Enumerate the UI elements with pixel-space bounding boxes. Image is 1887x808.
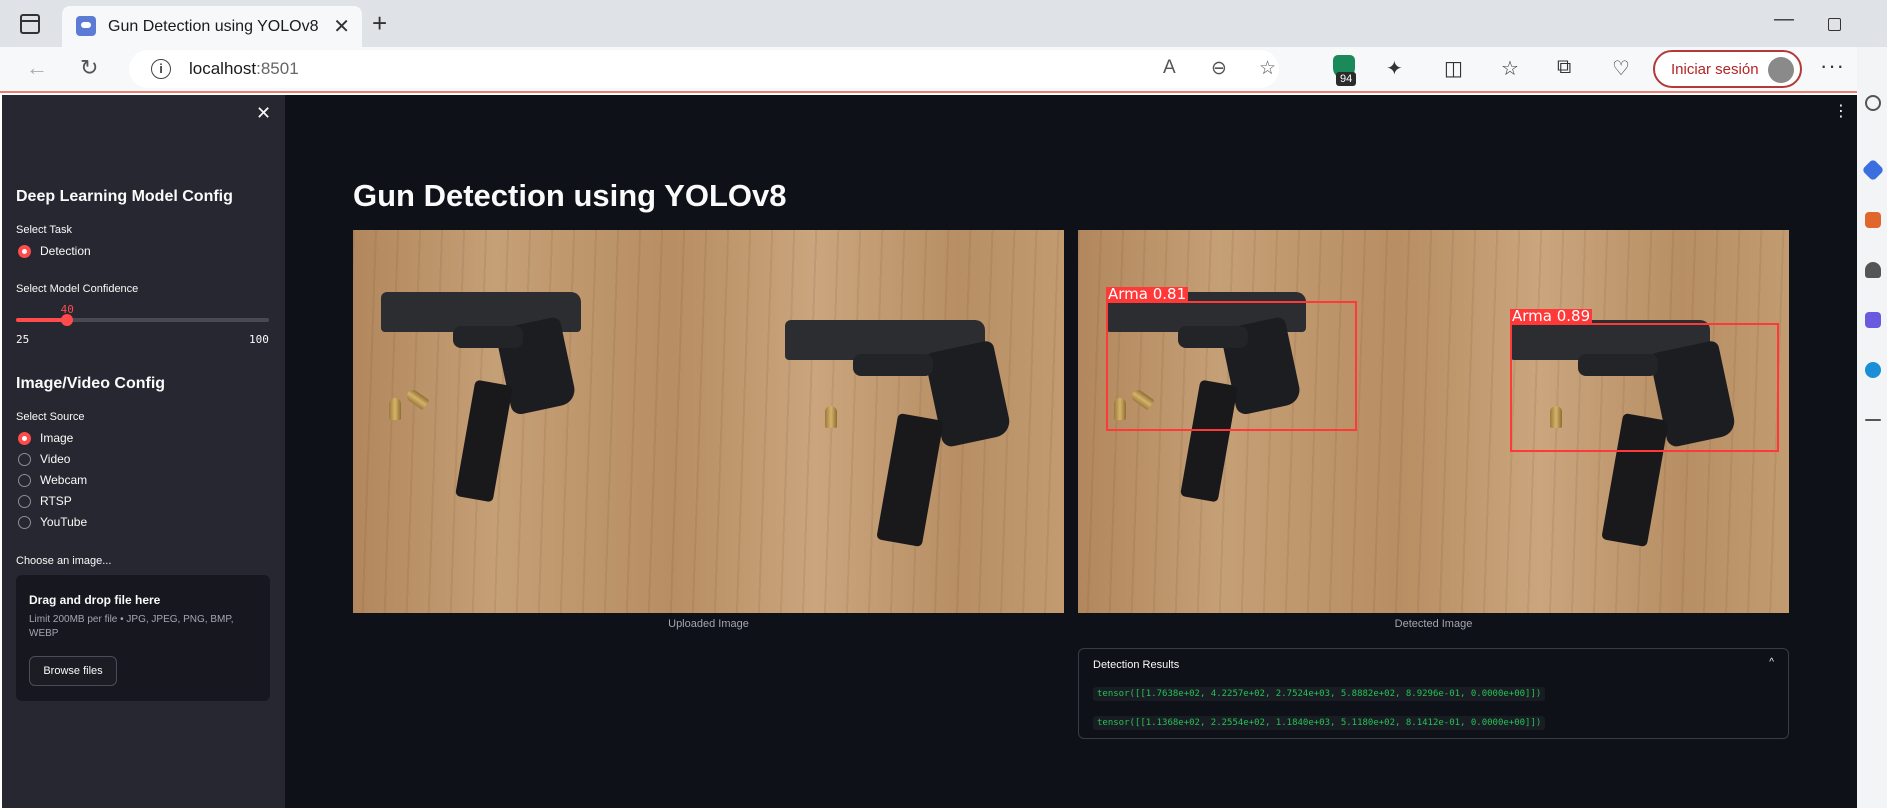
radio-selected-icon (18, 432, 31, 445)
result-tensor-line: tensor([[1.1368e+02, 2.2554e+02, 1.1840e… (1093, 716, 1546, 730)
bullet (825, 406, 837, 428)
add-rail-item-icon[interactable] (1865, 419, 1881, 421)
tab-strip: Gun Detection using YOLOv8 ✕ + — (0, 0, 1887, 47)
dropzone-limit: Limit 200MB per file • JPG, JPEG, PNG, B… (29, 614, 234, 639)
bullet (404, 387, 430, 411)
dropzone-title: Drag and drop file here (29, 593, 161, 607)
slider-thumb[interactable] (60, 314, 73, 326)
browser-essentials-icon[interactable]: ♡ (1612, 56, 1630, 81)
radio-unselected-icon (18, 516, 31, 529)
detected-image: Arma 0.81 Arma 0.89 (1078, 230, 1789, 613)
minimize-window-icon[interactable]: — (1774, 8, 1794, 31)
uploaded-image-caption: Uploaded Image (668, 618, 749, 630)
browse-files-button[interactable]: Browse files (29, 656, 117, 686)
slider-fill (16, 318, 67, 322)
close-sidebar-icon[interactable]: ✕ (256, 103, 271, 124)
slider-min-label: 25 (16, 333, 30, 346)
slider-max-label: 100 (249, 333, 269, 346)
select-source-label: Select Source (16, 411, 85, 423)
radio-label: Image (40, 431, 74, 445)
url-text[interactable]: localhost:8501 (189, 59, 299, 79)
radio-unselected-icon (18, 474, 31, 487)
new-tab-button[interactable]: + (372, 8, 387, 39)
radio-selected-icon (18, 245, 31, 258)
browser-tab[interactable]: Gun Detection using YOLOv8 ✕ (62, 6, 362, 47)
reload-icon[interactable]: ↻ (80, 55, 98, 81)
browser-window: Gun Detection using YOLOv8 ✕ + — ← ↻ i l… (0, 0, 1887, 808)
edge-sidebar-rail (1857, 47, 1887, 808)
uploader-label: Choose an image... (16, 555, 112, 567)
collections-icon[interactable]: ⧉ (1557, 56, 1571, 79)
address-bar[interactable]: i localhost:8501 A ⊖ ☆ (129, 50, 1279, 88)
radio-unselected-icon (18, 495, 31, 508)
file-dropzone[interactable]: Drag and drop file here Limit 200MB per … (16, 575, 270, 701)
browser-menu-icon[interactable]: ··· (1820, 53, 1845, 79)
result-tensor-line: tensor([[1.7638e+02, 4.2257e+02, 2.7524e… (1093, 687, 1546, 701)
page-title: Gun Detection using YOLOv8 (353, 178, 787, 213)
zoom-out-icon[interactable]: ⊖ (1211, 57, 1227, 80)
shopping-icon[interactable] (1865, 212, 1881, 228)
avatar (1768, 57, 1794, 83)
split-screen-icon[interactable]: ◫ (1444, 56, 1463, 81)
magazine (876, 412, 944, 548)
detection-label: Arma 0.81 (1106, 285, 1189, 303)
radio-label: RTSP (40, 494, 72, 508)
sign-in-label: Iniciar sesión (1671, 61, 1759, 78)
pistol-frame (453, 326, 523, 348)
chevron-up-icon[interactable]: ^ (1769, 657, 1774, 668)
magazine (455, 379, 513, 503)
uploaded-image (353, 230, 1064, 613)
detected-image-caption: Detected Image (1394, 618, 1473, 630)
pistol-frame (853, 354, 933, 376)
radio-label: Webcam (40, 473, 88, 487)
extensions-puzzle-icon[interactable]: ✦ (1386, 56, 1403, 81)
radio-label: Video (40, 452, 71, 466)
url-port: :8501 (256, 59, 299, 78)
results-title: Detection Results (1093, 659, 1180, 671)
extension-badge-count: 94 (1336, 72, 1357, 86)
io-config-heading: Image/Video Config (16, 375, 166, 392)
read-aloud-icon[interactable]: A (1163, 57, 1176, 79)
detection-box (1106, 301, 1357, 431)
streamlit-favicon-icon (76, 16, 96, 36)
site-info-icon[interactable]: i (151, 59, 171, 79)
tab-actions-icon[interactable] (20, 14, 40, 34)
sign-in-button[interactable]: Iniciar sesión (1653, 50, 1802, 88)
select-task-label: Select Task (16, 224, 73, 236)
model-config-heading: Deep Learning Model Config (16, 188, 233, 205)
favorites-icon[interactable]: ☆ (1501, 56, 1519, 81)
radio-label: YouTube (40, 515, 88, 529)
games-icon[interactable] (1865, 312, 1881, 328)
favorite-star-icon[interactable]: ☆ (1259, 57, 1276, 80)
streamlit-app: ✕ Deep Learning Model Config Select Task… (2, 95, 1857, 808)
restore-window-icon[interactable] (1828, 18, 1841, 31)
confidence-slider[interactable] (16, 314, 269, 326)
back-arrow-icon[interactable]: ← (26, 55, 48, 81)
browse-files-label: Browse files (43, 665, 103, 677)
copilot-icon[interactable] (1861, 158, 1885, 182)
outlook-icon[interactable] (1865, 362, 1881, 378)
search-icon[interactable] (1865, 95, 1881, 111)
main-menu-icon[interactable]: ⋮ (1833, 101, 1849, 121)
bullet (389, 398, 401, 420)
radio-label: Detection (40, 244, 91, 258)
tools-icon[interactable] (1865, 262, 1881, 278)
sidebar: ✕ Deep Learning Model Config Select Task… (2, 95, 285, 808)
tab-close-icon[interactable]: ✕ (333, 14, 350, 39)
navigation-bar: ← ↻ i localhost:8501 A ⊖ ☆ 94 ✦ ◫ ☆ ⧉ ♡ … (0, 47, 1887, 93)
confidence-label: Select Model Confidence (16, 283, 139, 295)
radio-unselected-icon (18, 453, 31, 466)
detection-box (1510, 323, 1779, 452)
tab-title: Gun Detection using YOLOv8 (108, 18, 319, 35)
detection-results-expander[interactable]: Detection Results ^ tensor([[1.7638e+02,… (1078, 648, 1789, 739)
detection-label: Arma 0.89 (1510, 307, 1593, 325)
url-host: localhost (189, 59, 257, 78)
